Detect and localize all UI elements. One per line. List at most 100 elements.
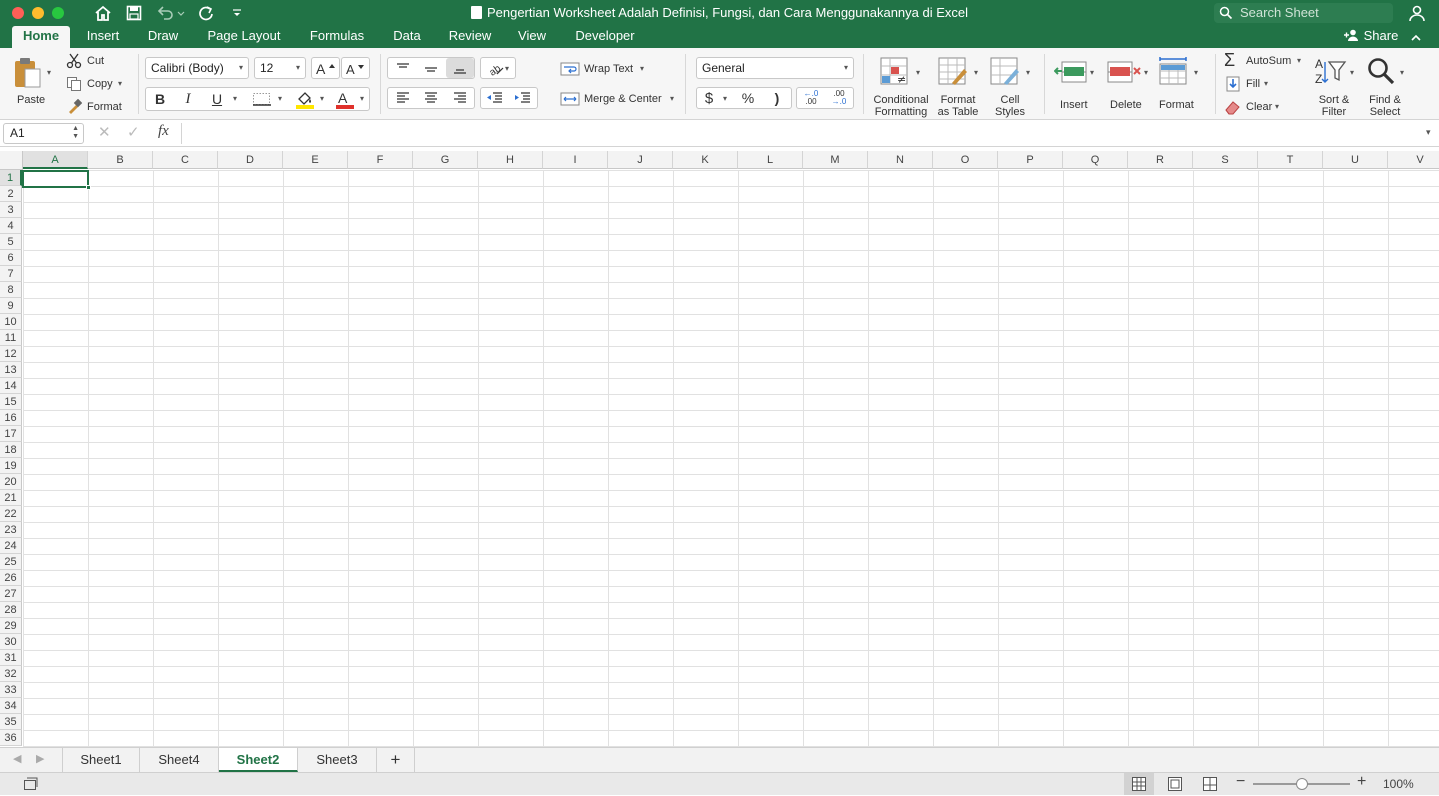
align-bottom-button[interactable] bbox=[446, 58, 474, 78]
fill-color-dropdown[interactable]: ▾ bbox=[320, 94, 324, 103]
find-select-button[interactable]: ▾ Find & Select bbox=[1362, 54, 1412, 118]
row-header-34[interactable]: 34 bbox=[0, 698, 22, 714]
column-header-t[interactable]: T bbox=[1258, 151, 1323, 169]
row-header-16[interactable]: 16 bbox=[0, 410, 22, 426]
expand-formula-bar-icon[interactable]: ▾ bbox=[1426, 127, 1431, 138]
row-header-20[interactable]: 20 bbox=[0, 474, 22, 490]
conditional-formatting-button[interactable]: ≠ ▾ Conditional Formatting bbox=[868, 54, 934, 118]
row-header-35[interactable]: 35 bbox=[0, 714, 22, 730]
formula-input[interactable] bbox=[181, 123, 1421, 144]
tab-draw[interactable]: Draw bbox=[140, 26, 186, 48]
sheet-tab-sheet2[interactable]: Sheet2 bbox=[219, 748, 298, 772]
column-header-d[interactable]: D bbox=[218, 151, 283, 169]
zoom-in-button[interactable]: + bbox=[1357, 773, 1366, 791]
clear-button[interactable]: Clear ▾ bbox=[1224, 99, 1284, 115]
tab-page-layout[interactable]: Page Layout bbox=[198, 26, 290, 48]
align-center-button[interactable] bbox=[417, 87, 444, 109]
zoom-level[interactable]: 100% bbox=[1383, 777, 1414, 791]
row-header-7[interactable]: 7 bbox=[0, 266, 22, 282]
font-name-dropdown[interactable]: Calibri (Body) ▾ bbox=[145, 57, 249, 79]
autosum-button[interactable]: Σ AutoSum ▾ bbox=[1224, 50, 1310, 70]
format-as-table-button[interactable]: ▾ Format as Table bbox=[934, 54, 984, 118]
column-header-e[interactable]: E bbox=[283, 151, 348, 169]
cell-styles-button[interactable]: ▾ Cell Styles bbox=[986, 54, 1036, 118]
row-header-18[interactable]: 18 bbox=[0, 442, 22, 458]
underline-dropdown[interactable]: ▾ bbox=[233, 94, 237, 103]
row-header-5[interactable]: 5 bbox=[0, 234, 22, 250]
row-header-28[interactable]: 28 bbox=[0, 602, 22, 618]
zoom-out-button[interactable]: − bbox=[1236, 773, 1245, 791]
row-header-24[interactable]: 24 bbox=[0, 538, 22, 554]
cancel-edit-icon[interactable]: ✕ bbox=[98, 123, 111, 141]
row-header-12[interactable]: 12 bbox=[0, 346, 22, 362]
row-header-4[interactable]: 4 bbox=[0, 218, 22, 234]
row-header-10[interactable]: 10 bbox=[0, 314, 22, 330]
decrease-font-button[interactable]: A bbox=[341, 57, 370, 79]
row-header-27[interactable]: 27 bbox=[0, 586, 22, 602]
sheet-tab-sheet4[interactable]: Sheet4 bbox=[140, 748, 219, 772]
column-header-g[interactable]: G bbox=[413, 151, 478, 169]
tab-formulas[interactable]: Formulas bbox=[302, 26, 372, 48]
font-size-dropdown[interactable]: 12 ▾ bbox=[254, 57, 306, 79]
row-header-6[interactable]: 6 bbox=[0, 250, 22, 266]
borders-dropdown[interactable]: ▾ bbox=[278, 94, 282, 103]
row-header-2[interactable]: 2 bbox=[0, 186, 22, 202]
column-header-b[interactable]: B bbox=[88, 151, 153, 169]
row-header-3[interactable]: 3 bbox=[0, 202, 22, 218]
scroll-tabs-left-icon[interactable]: ◀ bbox=[13, 752, 21, 765]
format-cells-button[interactable]: ▾ Format bbox=[1156, 54, 1206, 114]
row-header-31[interactable]: 31 bbox=[0, 650, 22, 666]
font-color-icon[interactable]: A bbox=[334, 90, 356, 115]
sort-filter-button[interactable]: AZ ▾ Sort & Filter bbox=[1310, 54, 1360, 118]
macro-record-icon[interactable] bbox=[23, 777, 39, 796]
percent-button[interactable]: % bbox=[736, 87, 760, 109]
align-left-button[interactable] bbox=[389, 87, 416, 109]
bold-button[interactable]: B bbox=[148, 88, 172, 110]
column-header-q[interactable]: Q bbox=[1063, 151, 1128, 169]
selected-cell[interactable] bbox=[22, 170, 89, 188]
row-header-14[interactable]: 14 bbox=[0, 378, 22, 394]
tab-insert[interactable]: Insert bbox=[78, 26, 128, 48]
align-top-button[interactable] bbox=[389, 58, 416, 80]
column-header-m[interactable]: M bbox=[803, 151, 868, 169]
row-header-30[interactable]: 30 bbox=[0, 634, 22, 650]
tab-home[interactable]: Home bbox=[12, 26, 70, 48]
row-header-33[interactable]: 33 bbox=[0, 682, 22, 698]
borders-icon[interactable] bbox=[252, 92, 272, 111]
tab-developer[interactable]: Developer bbox=[568, 26, 642, 48]
row-header-26[interactable]: 26 bbox=[0, 570, 22, 586]
collapse-ribbon-icon[interactable] bbox=[1410, 30, 1422, 48]
spreadsheet-grid[interactable]: A B C D E F G H I J K L M N O P Q R S T U V 1 2 3 4 5 6 7 8 9 10 11 12 13 1… bbox=[0, 151, 1439, 747]
column-header-o[interactable]: O bbox=[933, 151, 998, 169]
fill-handle[interactable] bbox=[86, 185, 91, 190]
decrease-indent-button[interactable] bbox=[481, 87, 509, 109]
scroll-tabs-right-icon[interactable]: ▶ bbox=[36, 752, 44, 765]
delete-cells-button[interactable]: ▾ Delete bbox=[1104, 54, 1154, 114]
sheet-tab-sheet1[interactable]: Sheet1 bbox=[62, 748, 140, 772]
tab-data[interactable]: Data bbox=[386, 26, 428, 48]
row-header-36[interactable]: 36 bbox=[0, 730, 22, 746]
account-icon[interactable] bbox=[1406, 4, 1428, 22]
fill-button[interactable]: Fill ▾ bbox=[1224, 76, 1274, 92]
column-header-k[interactable]: K bbox=[673, 151, 738, 169]
column-header-s[interactable]: S bbox=[1193, 151, 1258, 169]
search-sheet-input[interactable]: Search Sheet bbox=[1214, 3, 1393, 23]
number-format-dropdown[interactable]: General ▾ bbox=[696, 57, 854, 79]
page-layout-view-icon[interactable] bbox=[1168, 777, 1182, 796]
row-header-23[interactable]: 23 bbox=[0, 522, 22, 538]
column-header-i[interactable]: I bbox=[543, 151, 608, 169]
align-middle-button[interactable] bbox=[417, 58, 444, 80]
row-header-21[interactable]: 21 bbox=[0, 490, 22, 506]
increase-indent-button[interactable] bbox=[509, 87, 537, 109]
row-header-17[interactable]: 17 bbox=[0, 426, 22, 442]
row-header-19[interactable]: 19 bbox=[0, 458, 22, 474]
add-sheet-button[interactable]: + bbox=[377, 748, 415, 772]
row-header-13[interactable]: 13 bbox=[0, 362, 22, 378]
normal-view-button[interactable] bbox=[1124, 773, 1154, 795]
column-header-n[interactable]: N bbox=[868, 151, 933, 169]
name-box[interactable]: A1 ▲ ▼ bbox=[3, 123, 84, 144]
zoom-slider-thumb[interactable] bbox=[1296, 778, 1308, 790]
sheet-tab-sheet3[interactable]: Sheet3 bbox=[298, 748, 377, 772]
insert-function-icon[interactable]: fx bbox=[158, 123, 169, 140]
insert-cells-button[interactable]: ▾ Insert bbox=[1050, 54, 1100, 114]
